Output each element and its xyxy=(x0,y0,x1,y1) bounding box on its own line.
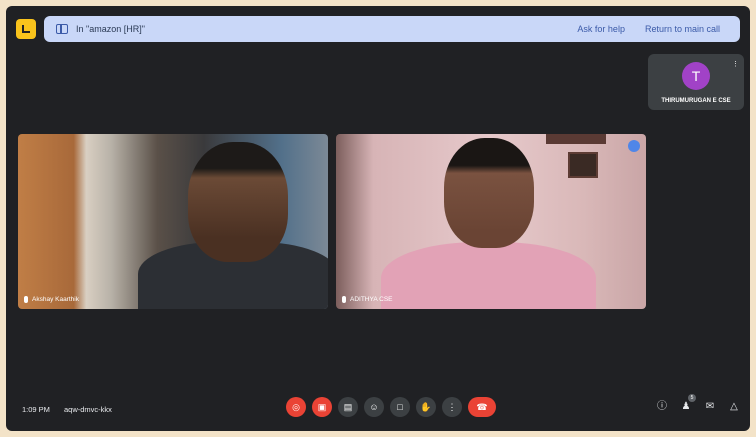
mic-icon xyxy=(24,296,28,303)
self-view-tile[interactable]: ⋮ T THIRUMURUGAN E CSE xyxy=(648,54,744,110)
activities-icon[interactable]: △ xyxy=(728,401,740,413)
participant-name: Akshay Kaarthik xyxy=(32,296,79,303)
participant-video-body xyxy=(381,242,596,309)
breakout-room-label: In "amazon [HR]" xyxy=(76,24,145,34)
leave-call-icon[interactable]: ☎ xyxy=(468,397,496,417)
breakout-room-banner: In "amazon [HR]" Ask for help Return to … xyxy=(44,16,740,42)
meeting-code: aqw-dmvc-kkx xyxy=(64,405,112,414)
background-photo-frame xyxy=(568,152,598,178)
avatar: T xyxy=(682,62,710,90)
speaking-indicator-icon xyxy=(628,140,640,152)
self-name-label: THIRUMURUGAN E CSE xyxy=(661,98,731,104)
camera-off-icon[interactable]: ▣ xyxy=(312,397,332,417)
bottom-bar: 1:09 PM aqw-dmvc-kkx ◎ ▣ ▤ ☺ □ ✋ ⋮ ☎ ⓘ ♟… xyxy=(6,391,750,431)
raise-hand-icon[interactable]: ✋ xyxy=(416,397,436,417)
top-bar: In "amazon [HR]" Ask for help Return to … xyxy=(16,16,740,42)
background-shelf xyxy=(546,134,606,144)
captions-icon[interactable]: ▤ xyxy=(338,397,358,417)
meet-window: In "amazon [HR]" Ask for help Return to … xyxy=(6,6,750,431)
call-controls: ◎ ▣ ▤ ☺ □ ✋ ⋮ ☎ xyxy=(286,397,496,417)
emoji-icon[interactable]: ☺ xyxy=(364,397,384,417)
participant-name-label: ADITHYA CSE xyxy=(342,296,393,303)
people-count-badge: 5 xyxy=(688,394,696,402)
info-icon[interactable]: ⓘ xyxy=(656,401,668,413)
present-icon[interactable]: □ xyxy=(390,397,410,417)
side-panel-buttons: ⓘ ♟ 5 ✉ △ xyxy=(656,394,740,413)
participant-name-label: Akshay Kaarthik xyxy=(24,296,79,303)
participant-tile[interactable]: Akshay Kaarthik xyxy=(18,134,328,309)
mic-off-icon[interactable]: ◎ xyxy=(286,397,306,417)
mic-indicator-icon: ⋮ xyxy=(732,61,739,68)
breakout-room-icon xyxy=(56,24,68,34)
clock: 1:09 PM xyxy=(22,405,50,414)
chat-icon[interactable]: ✉ xyxy=(704,401,716,413)
participant-video-head xyxy=(188,142,288,262)
participant-tile[interactable]: ADITHYA CSE xyxy=(336,134,646,309)
ask-for-help-button[interactable]: Ask for help xyxy=(577,24,625,34)
more-vert-icon[interactable]: ⋮ xyxy=(442,397,462,417)
mic-icon xyxy=(342,296,346,303)
participant-name: ADITHYA CSE xyxy=(350,296,393,303)
participant-video-head xyxy=(444,138,534,248)
return-to-main-call-button[interactable]: Return to main call xyxy=(645,24,720,34)
meet-logo-icon xyxy=(16,19,36,39)
people-icon[interactable]: ♟ 5 xyxy=(680,394,696,413)
